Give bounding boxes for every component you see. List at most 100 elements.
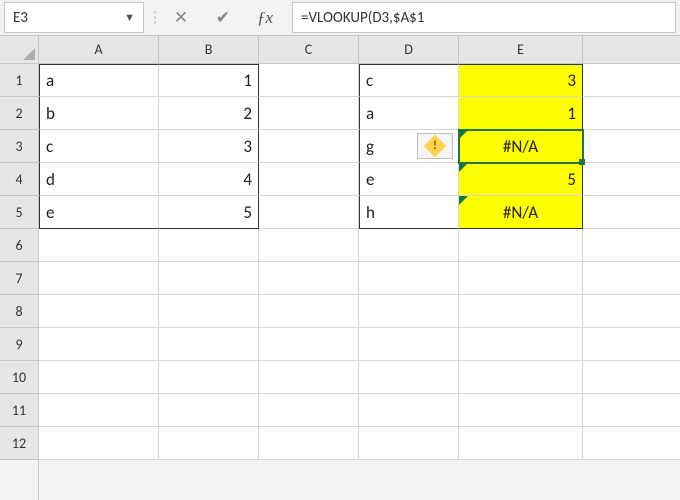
- separator-icon: ⋮: [150, 2, 160, 33]
- cell-D7[interactable]: [359, 262, 459, 295]
- cell-B12[interactable]: [159, 427, 259, 460]
- cell-C10[interactable]: [259, 361, 359, 394]
- cell-E10[interactable]: [459, 361, 583, 394]
- confirm-formula-button[interactable]: ✔: [202, 2, 244, 33]
- cell-F6[interactable]: [583, 229, 680, 262]
- cell-A3[interactable]: c: [39, 130, 159, 163]
- cell-F7[interactable]: [583, 262, 680, 295]
- cell-C4[interactable]: [259, 163, 359, 196]
- cell-C1[interactable]: [259, 64, 359, 97]
- cell-D9[interactable]: [359, 328, 459, 361]
- cell-D1[interactable]: c: [359, 64, 459, 97]
- cell-B3[interactable]: 3: [159, 130, 259, 163]
- cell-F2[interactable]: [583, 97, 680, 130]
- cell-C7[interactable]: [259, 262, 359, 295]
- cell-A4[interactable]: d: [39, 163, 159, 196]
- cell-C9[interactable]: [259, 328, 359, 361]
- cell-E12[interactable]: [459, 427, 583, 460]
- row-header-12[interactable]: 12: [0, 427, 38, 460]
- cell-E9[interactable]: [459, 328, 583, 361]
- column-header-B[interactable]: B: [159, 36, 259, 63]
- cell-C11[interactable]: [259, 394, 359, 427]
- cell-F12[interactable]: [583, 427, 680, 460]
- cell-E7[interactable]: [459, 262, 583, 295]
- cell-C6[interactable]: [259, 229, 359, 262]
- cell-E8[interactable]: [459, 295, 583, 328]
- row-header-6[interactable]: 6: [0, 229, 38, 262]
- cell-D5[interactable]: h: [359, 196, 459, 229]
- select-all-button[interactable]: [0, 36, 38, 64]
- warning-icon: !: [424, 135, 447, 158]
- row-header-9[interactable]: 9: [0, 328, 38, 361]
- cell-B11[interactable]: [159, 394, 259, 427]
- name-box-value: E3: [13, 9, 28, 27]
- row-header-3[interactable]: 3: [0, 130, 38, 163]
- cell-A10[interactable]: [39, 361, 159, 394]
- cell-A11[interactable]: [39, 394, 159, 427]
- cell-D11[interactable]: [359, 394, 459, 427]
- row-header-7[interactable]: 7: [0, 262, 38, 295]
- cell-B2[interactable]: 2: [159, 97, 259, 130]
- cell-A1[interactable]: a: [39, 64, 159, 97]
- cell-F9[interactable]: [583, 328, 680, 361]
- cell-C5[interactable]: [259, 196, 359, 229]
- cell-F10[interactable]: [583, 361, 680, 394]
- name-box[interactable]: E3 ▼: [4, 2, 144, 33]
- cell-D4[interactable]: e: [359, 163, 459, 196]
- column-header-A[interactable]: A: [39, 36, 159, 63]
- cell-F3[interactable]: [583, 130, 680, 163]
- cell-F5[interactable]: [583, 196, 680, 229]
- cell-C12[interactable]: [259, 427, 359, 460]
- cell-B7[interactable]: [159, 262, 259, 295]
- cell-E11[interactable]: [459, 394, 583, 427]
- cell-D12[interactable]: [359, 427, 459, 460]
- row-header-8[interactable]: 8: [0, 295, 38, 328]
- column-header-C[interactable]: C: [259, 36, 359, 63]
- cell-D6[interactable]: [359, 229, 459, 262]
- insert-function-button[interactable]: ƒx: [244, 2, 286, 33]
- row-header-5[interactable]: 5: [0, 196, 38, 229]
- cell-B10[interactable]: [159, 361, 259, 394]
- cell-D8[interactable]: [359, 295, 459, 328]
- cell-E2[interactable]: 1: [459, 97, 583, 130]
- cell-E4[interactable]: 5: [459, 163, 583, 196]
- cell-B8[interactable]: [159, 295, 259, 328]
- error-indicator-button[interactable]: !: [417, 133, 453, 159]
- cancel-formula-button[interactable]: ✕: [160, 2, 202, 33]
- cell-E1[interactable]: 3: [459, 64, 583, 97]
- cell-C3[interactable]: [259, 130, 359, 163]
- cell-A9[interactable]: [39, 328, 159, 361]
- cell-B6[interactable]: [159, 229, 259, 262]
- cell-E6[interactable]: [459, 229, 583, 262]
- column-header-E[interactable]: E: [459, 36, 583, 63]
- row-header-2[interactable]: 2: [0, 97, 38, 130]
- cell-A5[interactable]: e: [39, 196, 159, 229]
- cell-A12[interactable]: [39, 427, 159, 460]
- cell-A6[interactable]: [39, 229, 159, 262]
- cell-F8[interactable]: [583, 295, 680, 328]
- cell-C8[interactable]: [259, 295, 359, 328]
- cell-D10[interactable]: [359, 361, 459, 394]
- cell-B9[interactable]: [159, 328, 259, 361]
- name-box-dropdown-icon[interactable]: ▼: [124, 11, 135, 24]
- cell-E3[interactable]: ! #N/A: [459, 130, 583, 163]
- cell-F11[interactable]: [583, 394, 680, 427]
- cell-B4[interactable]: 4: [159, 163, 259, 196]
- cell-F1[interactable]: [583, 64, 680, 97]
- cell-E5[interactable]: #N/A: [459, 196, 583, 229]
- cell-A8[interactable]: [39, 295, 159, 328]
- row-header-4[interactable]: 4: [0, 163, 38, 196]
- column-header-F[interactable]: [583, 36, 680, 63]
- cell-B1[interactable]: 1: [159, 64, 259, 97]
- row-header-10[interactable]: 10: [0, 361, 38, 394]
- row-header-11[interactable]: 11: [0, 394, 38, 427]
- cell-C2[interactable]: [259, 97, 359, 130]
- row-header-1[interactable]: 1: [0, 64, 38, 97]
- cell-D2[interactable]: a: [359, 97, 459, 130]
- cell-A7[interactable]: [39, 262, 159, 295]
- cell-F4[interactable]: [583, 163, 680, 196]
- formula-input[interactable]: =VLOOKUP(D3,$A$1: [292, 2, 676, 33]
- cell-B5[interactable]: 5: [159, 196, 259, 229]
- cell-A2[interactable]: b: [39, 97, 159, 130]
- column-header-D[interactable]: D: [359, 36, 459, 63]
